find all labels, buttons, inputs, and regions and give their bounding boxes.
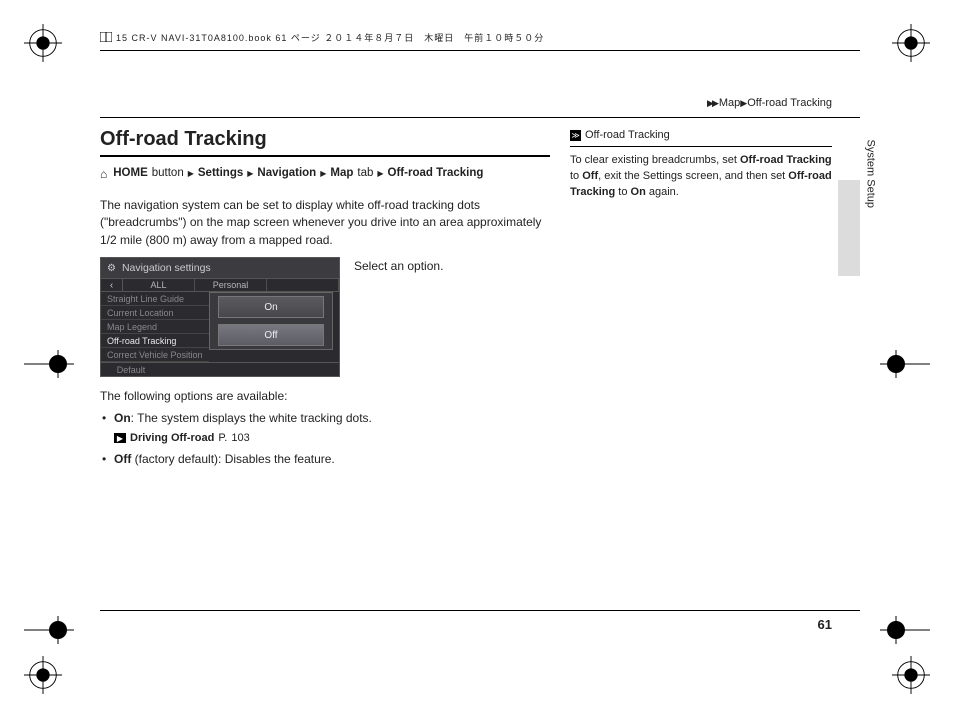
crop-mark-icon — [892, 24, 930, 62]
screenshot-title: Navigation settings — [122, 262, 211, 274]
menu-path: ⌂ HOME button ▶ Settings ▶ Navigation ▶ … — [100, 165, 550, 183]
page-number: 61 — [818, 617, 832, 632]
triangle-icon: ▶ — [320, 168, 326, 180]
option-on[interactable]: On — [218, 296, 324, 318]
tip-heading: ≫ Off-road Tracking — [570, 128, 832, 144]
path-home-suffix: button — [152, 165, 184, 182]
option-off-text: (factory default): Disables the feature. — [131, 452, 334, 466]
triangle-icon: ▶▶ — [707, 98, 717, 108]
tab-empty — [267, 279, 339, 291]
option-on-text: : The system displays the white tracking… — [131, 411, 372, 425]
crop-mark-icon — [892, 656, 930, 694]
back-button[interactable]: ‹ — [101, 279, 123, 291]
tab-personal[interactable]: Personal — [195, 279, 267, 291]
tip-text: to — [615, 186, 630, 198]
settings-screenshot: ⚙ Navigation settings ‹ ALL Personal Str… — [100, 257, 340, 377]
tip-body: To clear existing breadcrumbs, set Off-r… — [570, 153, 832, 201]
path-map-suffix: tab — [357, 165, 373, 182]
crop-mark-icon — [24, 350, 74, 378]
tip-title: Off-road Tracking — [585, 128, 670, 144]
path-settings: Settings — [198, 165, 243, 182]
list-item[interactable]: Current Location — [101, 306, 209, 320]
path-navigation: Navigation — [257, 165, 316, 182]
option-on-label: On — [114, 411, 131, 425]
tip-text: again. — [646, 186, 679, 198]
crop-mark-icon — [880, 350, 930, 378]
triangle-icon: ▶ — [377, 168, 383, 180]
cross-reference: ▶ Driving Off-road P. 103 — [114, 432, 550, 444]
tip-bold: Off-road Tracking — [740, 154, 832, 166]
tip-bold: Off — [582, 170, 598, 182]
divider — [100, 117, 860, 118]
breadcrumb: ▶▶Map▶Off-road Tracking — [100, 97, 860, 109]
chevron-icon: ≫ — [570, 130, 581, 141]
section-tab — [838, 180, 860, 276]
option-popup: On Off — [209, 292, 333, 350]
list-item[interactable]: Correct Vehicle Position — [101, 348, 209, 362]
path-map: Map — [330, 165, 353, 182]
tip-bold: On — [631, 186, 646, 198]
option-off[interactable]: Off — [218, 324, 324, 346]
link-icon: ▶ — [114, 433, 126, 443]
path-home: HOME — [113, 165, 148, 182]
crop-mark-icon — [24, 24, 62, 62]
section-tab-label: System Setup — [864, 140, 876, 208]
default-button[interactable]: Default — [101, 363, 161, 376]
option-on-description: On: The system displays the white tracki… — [100, 409, 550, 428]
path-offroad: Off-road Tracking — [388, 165, 484, 182]
xref-label: Driving Off-road — [130, 432, 214, 444]
gear-icon: ⚙ — [107, 263, 116, 274]
tip-text: To clear existing breadcrumbs, set — [570, 154, 740, 166]
triangle-icon: ▶ — [188, 168, 194, 180]
option-off-description: Off (factory default): Disables the feat… — [100, 450, 550, 469]
divider — [570, 146, 832, 147]
triangle-icon: ▶ — [247, 168, 253, 180]
divider — [100, 155, 550, 157]
file-header-text: 15 CR-V NAVI-31T0A8100.book 61 ページ ２０１４年… — [116, 31, 544, 44]
options-intro: The following options are available: — [100, 389, 550, 403]
intro-text: The navigation system can be set to disp… — [100, 197, 550, 249]
crop-mark-icon — [24, 656, 62, 694]
option-off-label: Off — [114, 452, 131, 466]
triangle-icon: ▶ — [740, 98, 745, 108]
breadcrumb-b: Off-road Tracking — [747, 97, 832, 109]
divider — [100, 50, 860, 51]
tab-all[interactable]: ALL — [123, 279, 195, 291]
xref-page-label: P. — [218, 432, 227, 444]
page-title: Off-road Tracking — [100, 128, 550, 151]
tip-text: to — [570, 170, 582, 182]
crop-mark-icon — [24, 616, 74, 644]
home-icon: ⌂ — [100, 165, 107, 183]
xref-page-num: 103 — [231, 432, 249, 444]
tip-text: , exit the Settings screen, and then set — [598, 170, 788, 182]
book-icon — [100, 32, 112, 42]
breadcrumb-a: Map — [719, 97, 740, 109]
page-footer: 61 — [100, 610, 860, 634]
list-item[interactable]: Map Legend — [101, 320, 209, 334]
list-item[interactable]: Straight Line Guide — [101, 292, 209, 306]
crop-mark-icon — [880, 616, 930, 644]
select-option-text: Select an option. — [354, 259, 443, 273]
list-item[interactable]: Off-road Tracking — [101, 334, 209, 348]
file-header: 15 CR-V NAVI-31T0A8100.book 61 ページ ２０１４年… — [100, 30, 860, 44]
